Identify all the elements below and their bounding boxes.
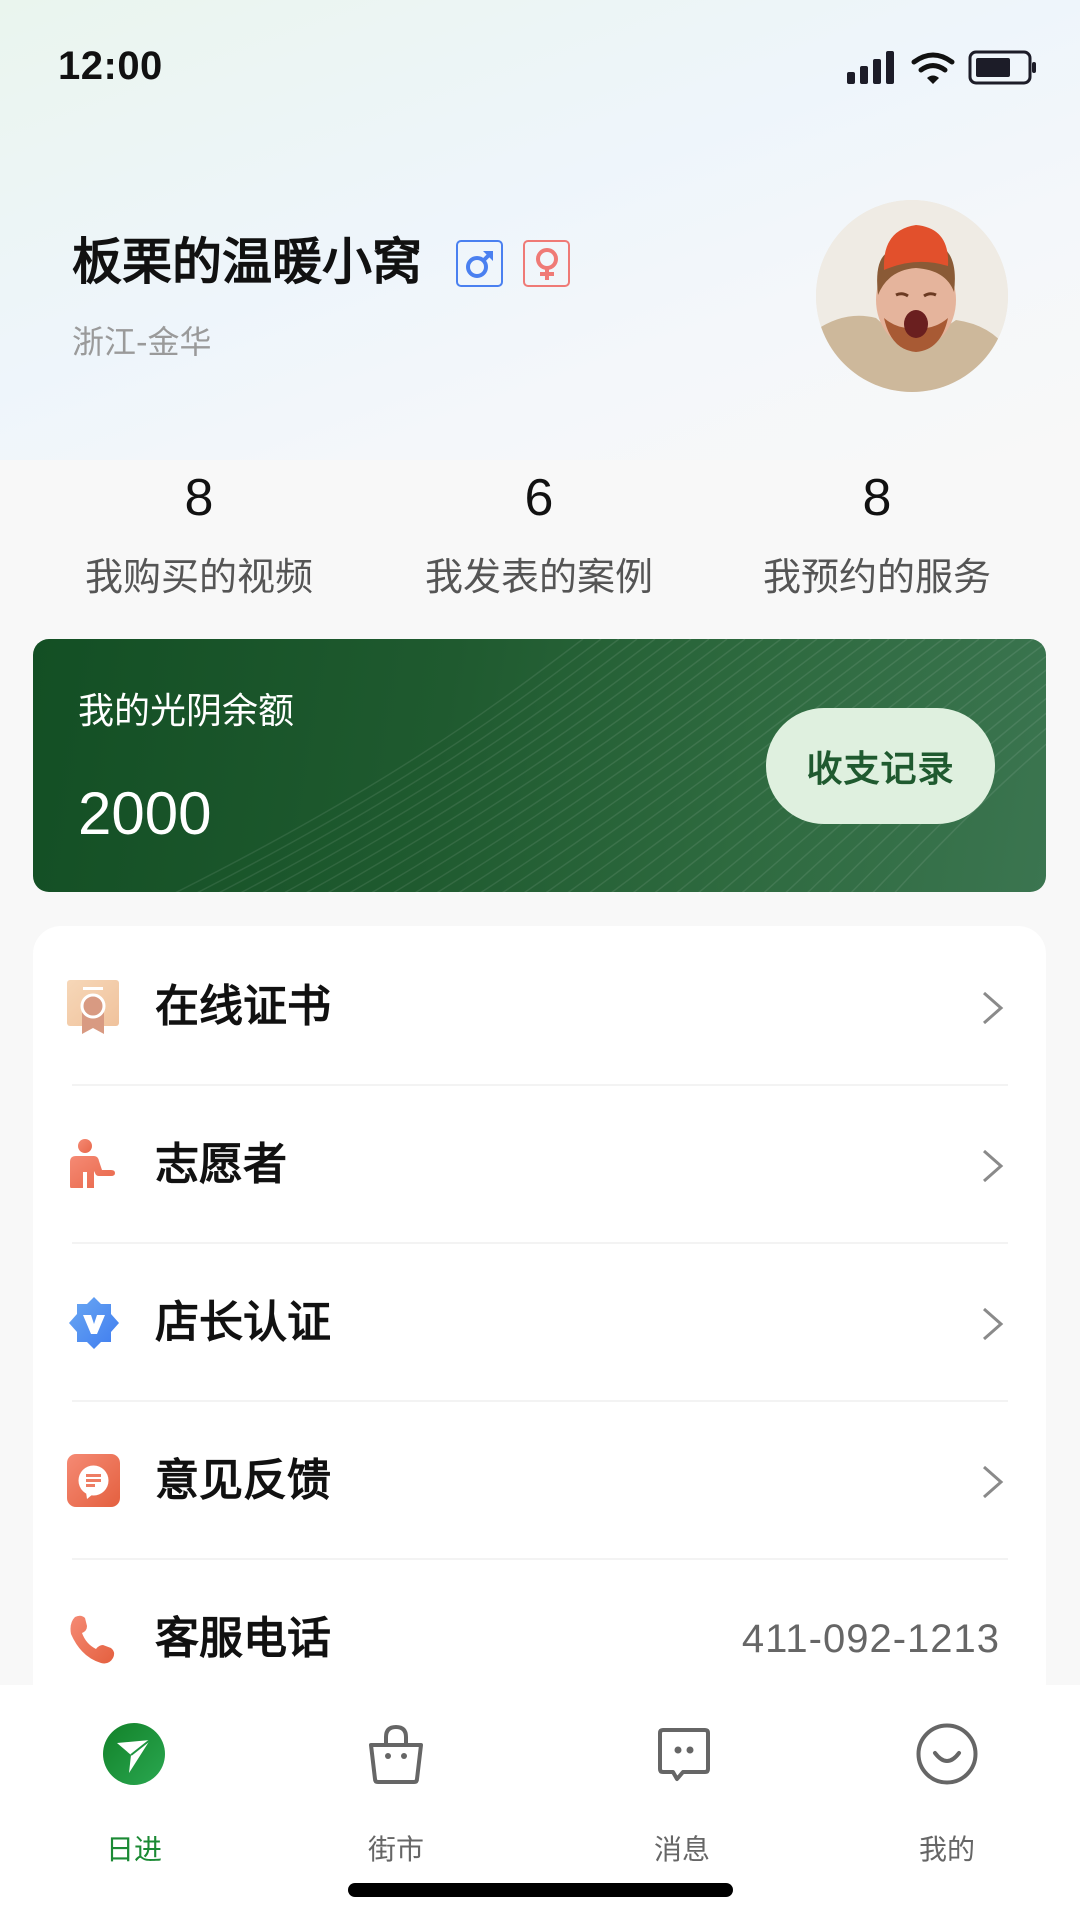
- nav-label: 街市: [367, 1833, 424, 1866]
- balance-card: 我的光阴余额 2000 收支记录: [33, 639, 1046, 892]
- transaction-records-button[interactable]: 收支记录: [766, 708, 995, 824]
- female-icon: [535, 247, 558, 280]
- customer-service-phone-number[interactable]: 411-092-1213: [742, 1616, 1000, 1662]
- balance-title: 我的光阴余额: [78, 691, 295, 732]
- verified-badge-icon: [69, 1297, 119, 1349]
- stat-value: 6: [524, 469, 554, 527]
- menu-item-volunteer[interactable]: 志愿者: [33, 1086, 1046, 1244]
- smile-icon: [916, 1723, 978, 1785]
- female-badge[interactable]: [523, 240, 570, 287]
- phone-icon: [70, 1615, 115, 1664]
- male-badge[interactable]: [456, 240, 503, 287]
- menu-item-label: 意见反馈: [155, 1455, 331, 1506]
- menu-card: 在线证书 志愿者 店长认证 意见反馈 客服电话 411-092-1213: [33, 926, 1046, 1726]
- male-icon: [465, 250, 493, 278]
- menu-item-store-manager-verification[interactable]: 店长认证: [33, 1244, 1046, 1402]
- message-icon: [658, 1728, 710, 1781]
- stat-label: 我购买的视频: [84, 555, 313, 599]
- feedback-icon: [67, 1454, 120, 1507]
- stat-value: 8: [862, 469, 892, 527]
- nav-tab-mine[interactable]: 我的: [847, 1715, 1047, 1866]
- send-icon: [103, 1723, 165, 1785]
- nav-tab-rijin[interactable]: 日进: [34, 1715, 234, 1866]
- nav-label: 消息: [653, 1833, 710, 1866]
- chevron-right-icon: [983, 1307, 1004, 1341]
- menu-item-feedback[interactable]: 意见反馈: [33, 1402, 1046, 1560]
- stat-purchased-videos[interactable]: 8 我购买的视频: [39, 470, 359, 600]
- location-text: 浙江-金华: [72, 323, 212, 361]
- stat-label: 我预约的服务: [762, 555, 991, 599]
- chevron-right-icon: [983, 1149, 1004, 1183]
- battery-icon: [968, 50, 1036, 85]
- nav-label: 日进: [105, 1833, 162, 1866]
- menu-item-label: 客服电话: [155, 1613, 331, 1664]
- menu-item-label: 志愿者: [155, 1139, 287, 1190]
- wave-line: [436, 639, 800, 892]
- menu-item-label: 店长认证: [155, 1297, 331, 1348]
- chevron-right-icon: [983, 991, 1004, 1025]
- home-indicator[interactable]: [348, 1883, 733, 1897]
- nav-tab-messages[interactable]: 消息: [582, 1715, 782, 1866]
- stat-booked-services[interactable]: 8 我预约的服务: [717, 470, 1037, 600]
- status-time: 12:00: [58, 44, 163, 88]
- shopping-bag-icon: [369, 1724, 423, 1784]
- status-icons: [846, 50, 1038, 86]
- wave-line: [327, 639, 710, 892]
- stat-published-cases[interactable]: 6 我发表的案例: [379, 470, 699, 600]
- wifi-icon: [911, 52, 955, 84]
- volunteer-icon: [70, 1139, 115, 1188]
- avatar[interactable]: [816, 200, 1008, 392]
- avatar-photo: [816, 200, 1008, 392]
- stat-value: 8: [184, 469, 214, 527]
- profile-name: 板栗的温暖小窝: [72, 233, 422, 291]
- wave-line: [458, 639, 818, 892]
- menu-item-online-certificate[interactable]: 在线证书: [33, 928, 1046, 1086]
- nav-tab-jieshi[interactable]: 街市: [296, 1715, 496, 1866]
- balance-amount: 2000: [78, 780, 212, 847]
- chevron-right-icon: [983, 1465, 1004, 1499]
- certificate-icon: [67, 980, 119, 1034]
- wave-line: [218, 639, 620, 892]
- menu-item-label: 在线证书: [155, 981, 331, 1032]
- nav-label: 我的: [918, 1833, 975, 1866]
- stat-label: 我发表的案例: [424, 555, 653, 599]
- signal-icon: [847, 51, 894, 84]
